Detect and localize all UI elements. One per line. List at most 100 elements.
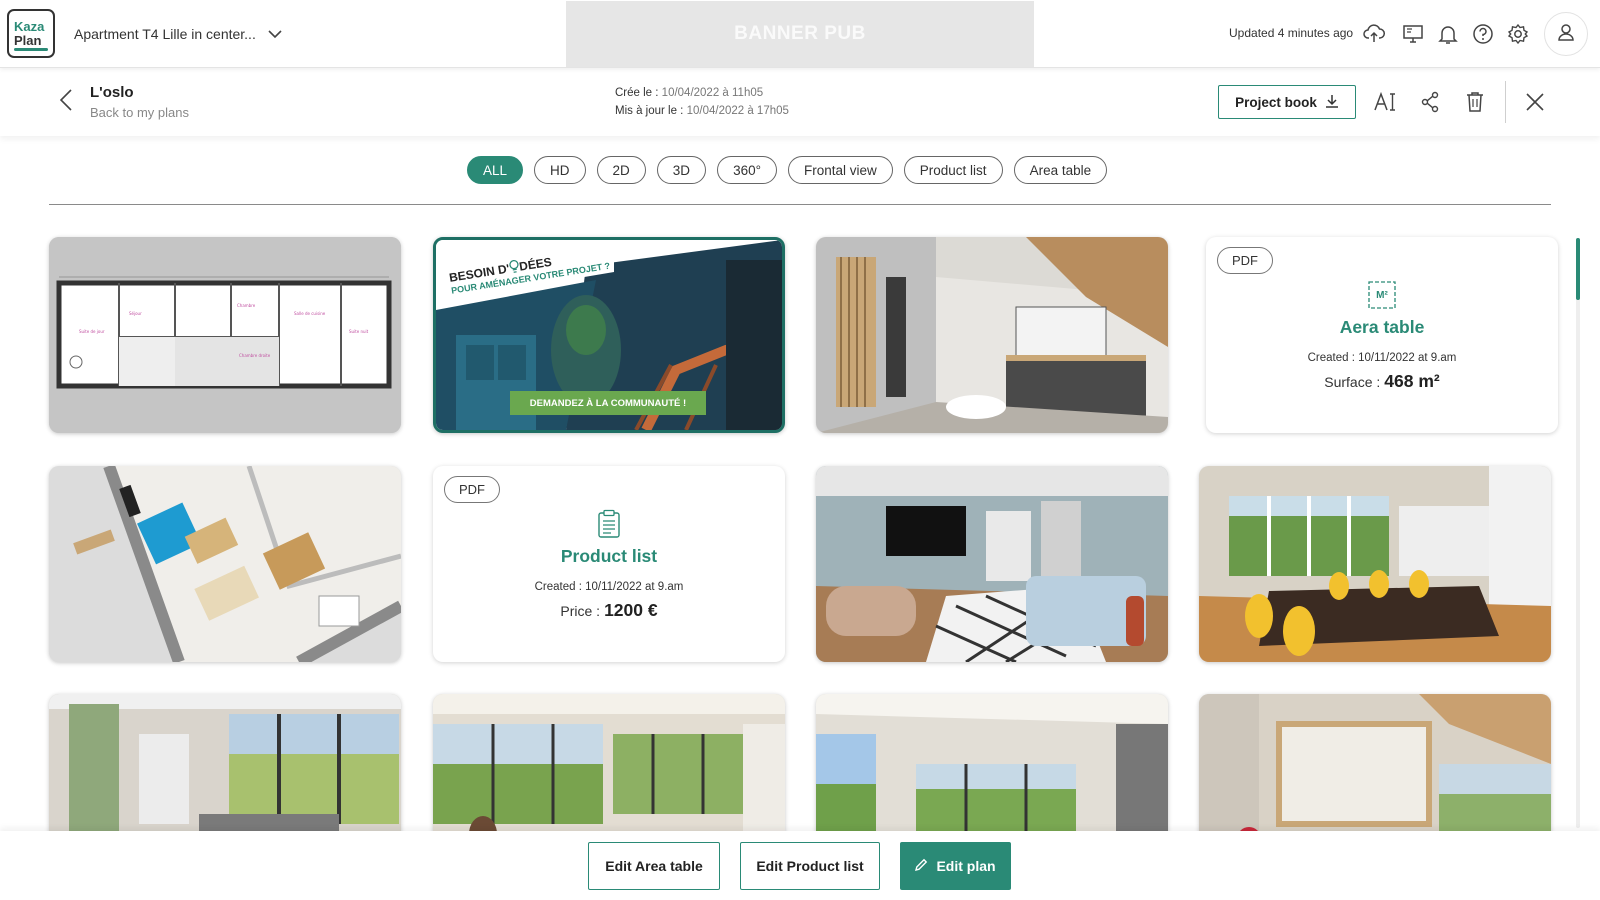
back-button[interactable] <box>54 88 78 115</box>
top-bar: Kaza Plan Apartment T4 Lille in center..… <box>0 0 1600 68</box>
grid-scrollbar-track[interactable] <box>1576 238 1580 828</box>
product-list-price: Price :1200 € <box>433 600 785 621</box>
edit-area-table-button[interactable]: Edit Area table <box>588 842 720 890</box>
living-room-render-image <box>816 466 1168 662</box>
area-m2-icon: M² <box>1366 279 1398 311</box>
help-icon[interactable] <box>1469 20 1497 48</box>
open-space-render-image <box>433 694 785 831</box>
render-bathroom-thumbnail[interactable] <box>816 237 1168 433</box>
back-to-plans-link[interactable]: Back to my plans <box>90 105 189 120</box>
kitchen-render-image <box>49 694 401 831</box>
filter-frontal-view[interactable]: Frontal view <box>788 156 893 184</box>
svg-text:Suite nuit: Suite nuit <box>349 329 369 334</box>
product-list-pdf-badge: PDF <box>444 476 500 503</box>
plan-dates: Crée le : 10/04/2022 à 11h05 Mis à jour … <box>615 84 789 120</box>
surface-value: 468 m² <box>1384 371 1440 391</box>
share-icon[interactable] <box>1416 88 1444 116</box>
grid-scrollbar-thumb[interactable] <box>1576 238 1580 300</box>
product-list-title: Product list <box>560 546 658 566</box>
plan-title: L'oslo <box>90 84 134 101</box>
filter-360[interactable]: 360° <box>717 156 777 184</box>
trash-icon[interactable] <box>1461 88 1489 116</box>
svg-text:Chambre droite: Chambre droite <box>239 353 271 358</box>
svg-text:Chambre: Chambre <box>237 303 256 308</box>
filter-hd[interactable]: HD <box>534 156 586 184</box>
bottom-action-bar: Edit Area table Edit Product list Edit p… <box>0 831 1600 900</box>
product-list-created: Created : 10/11/2022 at 9.am <box>534 581 684 593</box>
edit-plan-label: Edit plan <box>936 858 996 874</box>
surface-label: Surface : <box>1324 374 1381 390</box>
user-icon <box>1556 22 1576 47</box>
logo-underline <box>14 48 48 51</box>
render-living-room-thumbnail[interactable] <box>816 466 1168 662</box>
svg-text:Séjour: Séjour <box>129 311 142 316</box>
area-table-card[interactable]: PDF M² Aera table Created : 10/11/2022 a… <box>1206 237 1558 433</box>
updated-value: 10/04/2022 à 17h05 <box>686 105 789 117</box>
created-value: 10/04/2022 à 11h05 <box>661 87 764 99</box>
project-book-button[interactable]: Project book <box>1218 85 1356 119</box>
price-label: Price : <box>560 603 601 619</box>
community-ad-card[interactable]: BESOIN D' DÉES POUR AMÉNAGER VOTRE PROJET… <box>433 237 785 433</box>
updated-label: Mis à jour le : <box>615 105 684 117</box>
pencil-icon <box>915 858 928 874</box>
logo-text-plan: Plan <box>14 33 42 48</box>
logo-text-kaza: Kaza <box>14 19 45 34</box>
header-separator <box>1505 81 1506 123</box>
filter-2d[interactable]: 2D <box>596 156 646 184</box>
svg-text:Suite de jour: Suite de jour <box>79 329 105 334</box>
filter-area-table[interactable]: Area table <box>1013 156 1108 184</box>
last-updated-status: Updated 4 minutes ago <box>1229 26 1354 40</box>
floor-plan-image: Suite de jour Séjour Chambre Salle de cu… <box>49 237 401 433</box>
account-button[interactable] <box>1544 12 1588 56</box>
created-date-row: Crée le : 10/04/2022 à 11h05 <box>615 84 789 102</box>
price-value: 1200 € <box>604 600 658 620</box>
filter-chips: ALL HD 2D 3D 360° Frontal view Product l… <box>467 156 1108 184</box>
render-lounge-thumbnail[interactable] <box>816 694 1168 831</box>
kazaplan-logo[interactable]: Kaza Plan <box>7 9 55 58</box>
area-table-created: Created : 10/11/2022 at 9.am <box>1307 352 1457 364</box>
filter-divider <box>49 204 1551 205</box>
plan-header: L'oslo Back to my plans Crée le : 10/04/… <box>0 68 1600 136</box>
clipboard-icon <box>593 508 625 540</box>
filter-3d[interactable]: 3D <box>656 156 707 184</box>
filter-product-list[interactable]: Product list <box>903 156 1003 184</box>
updated-date-row: Mis à jour le : 10/04/2022 à 17h05 <box>615 102 789 120</box>
render-kitchen-thumbnail[interactable] <box>49 694 401 831</box>
bathroom-render-image <box>816 237 1168 433</box>
render-dining-room-thumbnail[interactable] <box>1199 466 1551 662</box>
gear-icon[interactable] <box>1504 20 1532 48</box>
ad-banner[interactable]: BANNER PUB <box>566 1 1034 67</box>
monitor-icon[interactable] <box>1399 20 1427 48</box>
top-view-render-image <box>49 466 401 662</box>
chevron-down-icon <box>268 26 282 42</box>
edit-plan-button[interactable]: Edit plan <box>900 842 1011 890</box>
dining-room-render-image <box>1199 466 1551 662</box>
ad-cta-button[interactable]: DEMANDEZ À LA COMMUNAUTÉ ! <box>510 391 706 415</box>
area-table-pdf-badge: PDF <box>1217 247 1273 274</box>
edit-product-list-label: Edit Product list <box>756 858 864 874</box>
area-table-title: Aera table <box>1339 317 1425 337</box>
project-selector[interactable]: Apartment T4 Lille in center... <box>74 22 282 46</box>
project-book-label: Project book <box>1235 94 1317 110</box>
edit-product-list-button[interactable]: Edit Product list <box>740 842 880 890</box>
download-icon <box>1325 94 1339 111</box>
close-icon[interactable] <box>1521 88 1549 116</box>
floor-plan-2d-thumbnail[interactable]: Suite de jour Séjour Chambre Salle de cu… <box>49 237 401 433</box>
cloud-upload-icon[interactable] <box>1360 20 1388 48</box>
lounge-render-image <box>816 694 1168 831</box>
ad-banner-text: BANNER PUB <box>734 23 866 44</box>
area-table-surface: Surface :468 m² <box>1206 371 1558 392</box>
living-area-render-image <box>1199 694 1551 831</box>
render-living-area-thumbnail[interactable] <box>1199 694 1551 831</box>
render-open-space-thumbnail[interactable] <box>433 694 785 831</box>
media-grid: Suite de jour Séjour Chambre Salle de cu… <box>0 206 1600 831</box>
bell-icon[interactable] <box>1434 20 1462 48</box>
product-list-card[interactable]: PDF Product list Created : 10/11/2022 at… <box>433 466 785 662</box>
edit-area-table-label: Edit Area table <box>605 858 703 874</box>
text-tool-icon[interactable] <box>1371 88 1399 116</box>
render-3d-top-view-thumbnail[interactable] <box>49 466 401 662</box>
project-name: Apartment T4 Lille in center... <box>74 26 256 42</box>
filter-all[interactable]: ALL <box>467 156 524 184</box>
svg-text:Salle de cuisine: Salle de cuisine <box>294 311 326 316</box>
area-icon-label: M² <box>1376 289 1388 301</box>
